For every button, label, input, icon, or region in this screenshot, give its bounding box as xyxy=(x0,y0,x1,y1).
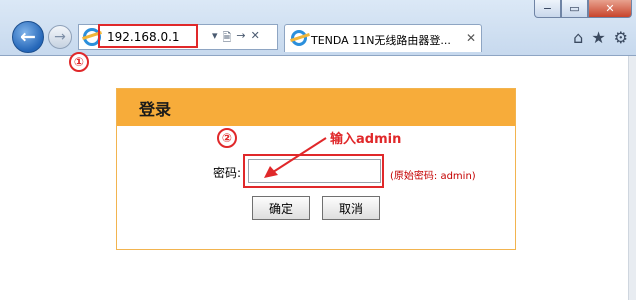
favorites-star-icon[interactable]: ★ xyxy=(591,28,605,47)
minimize-button[interactable]: − xyxy=(534,0,561,18)
browser-toolbar: ⌂ ★ ⚙ xyxy=(573,28,628,47)
tab-title: TENDA 11N无线路由器登... xyxy=(311,34,451,47)
address-dropdown-icon[interactable]: ▾ xyxy=(212,29,218,48)
back-arrow-icon[interactable]: ← xyxy=(12,21,44,53)
default-password-hint: (原始密码: admin) xyxy=(390,171,476,182)
input-instruction: 输入admin xyxy=(330,132,402,147)
vertical-scrollbar[interactable] xyxy=(628,56,636,300)
cancel-button[interactable]: 取消 xyxy=(322,196,380,220)
browser-tab[interactable]: TENDA 11N无线路由器登... ✕ xyxy=(284,24,482,52)
step-2-marker: ② xyxy=(217,128,237,148)
browser-chrome: − ▭ ✕ ← → 192.168.0.1 ▾ 🗎 → ✕ TENDA 11N无… xyxy=(0,0,636,56)
address-tools: ▾ 🗎 → ✕ xyxy=(212,29,260,48)
settings-gear-icon[interactable]: ⚙ xyxy=(614,28,628,47)
tab-favicon-icon xyxy=(291,30,307,46)
address-annotation-box xyxy=(98,24,198,48)
compatibility-view-icon[interactable]: 🗎 xyxy=(223,29,232,48)
tab-close-icon[interactable]: ✕ xyxy=(466,31,476,45)
ok-button[interactable]: 确定 xyxy=(252,196,310,220)
forward-arrow-icon[interactable]: → xyxy=(48,25,72,49)
stop-icon[interactable]: ✕ xyxy=(251,29,260,48)
close-window-button[interactable]: ✕ xyxy=(588,0,632,18)
login-title: 登录 xyxy=(117,89,515,126)
go-icon[interactable]: → xyxy=(236,29,245,48)
annotation-arrow-icon xyxy=(264,137,327,178)
home-icon[interactable]: ⌂ xyxy=(573,28,583,47)
password-label: 密码: xyxy=(213,166,242,180)
maximize-button[interactable]: ▭ xyxy=(561,0,588,18)
step-1-marker: ① xyxy=(69,52,89,72)
window-controls: − ▭ ✕ xyxy=(534,0,632,18)
